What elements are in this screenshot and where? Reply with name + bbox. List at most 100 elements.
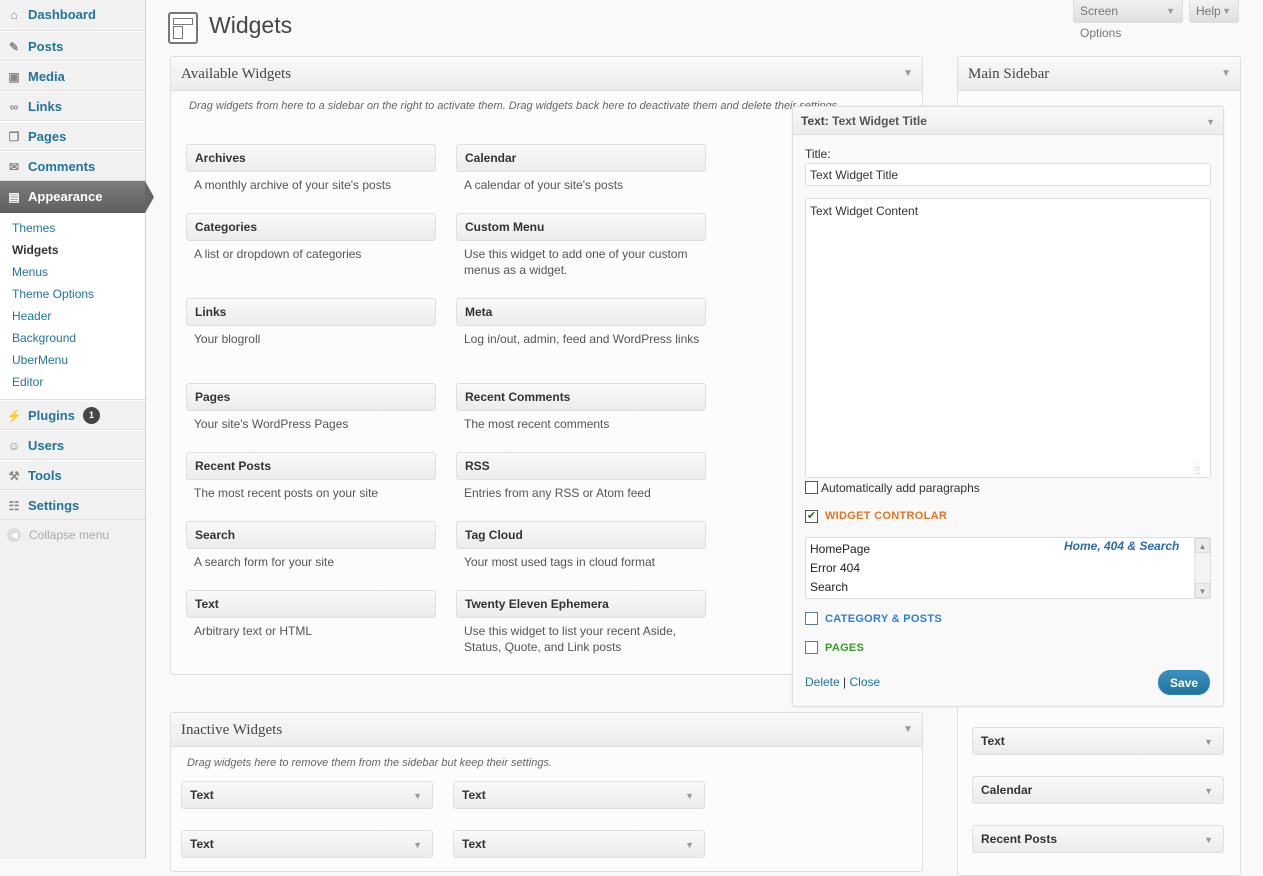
menu-appearance[interactable]: ▤ Appearance	[0, 181, 154, 213]
sidebar-widget-recent-posts[interactable]: Recent Posts ▼	[972, 825, 1224, 853]
widget-title-input[interactable]	[805, 163, 1211, 186]
inactive-widget[interactable]: Text ▼	[453, 830, 705, 858]
widget-control-links: Delete | Close	[805, 675, 880, 689]
menu-dashboard[interactable]: ⌂ Dashboard	[0, 0, 145, 31]
available-widget-description: Use this widget to list your recent Asid…	[464, 624, 677, 654]
media-icon: ▣	[8, 70, 20, 84]
sidebar-widget-calendar[interactable]: Calendar ▼	[972, 776, 1224, 804]
available-widget-13[interactable]: Twenty Eleven Ephemera	[456, 590, 706, 618]
posts-pin-icon: ✎	[8, 40, 20, 54]
available-widget-description: Use this widget to add one of your custo…	[464, 247, 688, 277]
widget-controlar-label[interactable]: WIDGET CONTROLAR	[825, 510, 947, 522]
available-widget-0[interactable]: Archives	[186, 144, 436, 172]
available-widget-2[interactable]: Categories	[186, 213, 436, 241]
menu-tools[interactable]: ⚒ Tools	[0, 460, 145, 490]
available-widget-5[interactable]: Meta	[456, 298, 706, 326]
menu-posts[interactable]: ✎ Posts	[0, 31, 145, 61]
available-widget-title: Search	[195, 528, 236, 542]
collapse-menu-button[interactable]: ◀ Collapse menu	[0, 520, 145, 550]
sidebar-widget-text[interactable]: Text ▼	[972, 727, 1224, 755]
available-widget-9[interactable]: RSS	[456, 452, 706, 480]
available-widget-7[interactable]: Recent Comments	[456, 383, 706, 411]
submenu-header[interactable]: Header	[0, 305, 145, 327]
submenu-ubermenu[interactable]: UberMenu	[0, 349, 145, 371]
category-posts-label[interactable]: CATEGORY & POSTS	[825, 613, 942, 625]
sidebar-widget-title: Recent Posts	[981, 832, 1058, 846]
menu-plugins-label: Plugins	[28, 408, 75, 423]
chevron-down-icon[interactable]: ▼	[413, 832, 422, 859]
submenu-editor[interactable]: Editor	[0, 371, 145, 393]
scroll-down-icon[interactable]: ▼	[1195, 583, 1210, 598]
chevron-down-icon[interactable]: ▼	[903, 713, 913, 747]
category-posts-checkbox[interactable]	[805, 612, 818, 625]
available-widget-description: Entries from any RSS or Atom feed	[464, 486, 651, 500]
menu-tools-label: Tools	[28, 468, 62, 483]
available-widget-10[interactable]: Search	[186, 521, 436, 549]
listbox-option-error-404[interactable]: Error 404	[806, 559, 1210, 578]
available-widgets-header[interactable]: Available Widgets ▼	[171, 57, 922, 91]
chevron-up-icon[interactable]: ▼	[1206, 108, 1215, 136]
auto-paragraphs-label[interactable]: Automatically add paragraphs	[821, 481, 980, 495]
submenu-widgets[interactable]: Widgets	[0, 239, 145, 261]
submenu-background[interactable]: Background	[0, 327, 145, 349]
submenu-menus[interactable]: Menus	[0, 261, 145, 283]
scroll-up-icon[interactable]: ▲	[1195, 538, 1210, 553]
available-widget-3[interactable]: Custom Menu	[456, 213, 706, 241]
menu-media[interactable]: ▣ Media	[0, 61, 145, 91]
help-button[interactable]: Help ▼	[1189, 0, 1239, 23]
menu-users[interactable]: ☺ Users	[0, 430, 145, 460]
pages-checkbox[interactable]	[805, 641, 818, 654]
menu-pages[interactable]: ❐ Pages	[0, 121, 145, 151]
available-widget-title: Calendar	[465, 151, 517, 165]
screen-options-button[interactable]: Screen Options ▼	[1073, 0, 1183, 40]
resize-grip-icon[interactable]: .:.:::	[1194, 462, 1201, 476]
widget-content-textarea[interactable]: Text Widget Content	[805, 198, 1211, 478]
inactive-widget-title: Text	[190, 788, 214, 802]
save-button[interactable]: Save	[1158, 670, 1210, 695]
menu-links[interactable]: ∞ Links	[0, 91, 145, 121]
submenu-themes[interactable]: Themes	[0, 217, 145, 239]
chevron-down-icon[interactable]: ▼	[685, 783, 694, 810]
chevron-down-icon[interactable]: ▼	[1204, 729, 1213, 756]
inactive-widget-title: Text	[190, 837, 214, 851]
available-widget-12[interactable]: Text	[186, 590, 436, 618]
main-sidebar-title: Main Sidebar	[968, 66, 1050, 82]
available-widget-8[interactable]: Recent Posts	[186, 452, 436, 480]
available-widget-1[interactable]: Calendar	[456, 144, 706, 172]
chevron-down-icon[interactable]: ▼	[1204, 827, 1213, 854]
auto-paragraphs-checkbox[interactable]	[805, 481, 818, 494]
chevron-down-icon[interactable]: ▼	[903, 57, 913, 91]
listbox-scrollbar[interactable]: ▲ ▼	[1194, 538, 1210, 598]
inactive-widget[interactable]: Text ▼	[181, 781, 433, 809]
available-widget-4[interactable]: Links	[186, 298, 436, 326]
listbox-option-search[interactable]: Search	[806, 578, 1210, 597]
inactive-widget[interactable]: Text ▼	[453, 781, 705, 809]
available-widget-title: Recent Comments	[465, 390, 571, 404]
inactive-widget[interactable]: Text ▼	[181, 830, 433, 858]
chevron-down-icon[interactable]: ▼	[1221, 57, 1231, 91]
menu-comments[interactable]: ✉ Comments	[0, 151, 145, 181]
chevron-down-icon: ▼	[1166, 6, 1175, 16]
chevron-down-icon[interactable]: ▼	[685, 832, 694, 859]
open-widget-header[interactable]: Text: Text Widget Title ▼	[793, 107, 1223, 135]
chevron-down-icon[interactable]: ▼	[413, 783, 422, 810]
inactive-widgets-header[interactable]: Inactive Widgets ▼	[171, 713, 922, 747]
available-widget-6[interactable]: Pages	[186, 383, 436, 411]
widget-controlar-checkbox[interactable]: ✔	[805, 510, 818, 523]
available-widget-description: Your blogroll	[194, 332, 261, 346]
delete-link[interactable]: Delete	[805, 675, 840, 689]
collapse-menu-label: Collapse menu	[29, 528, 110, 542]
menu-settings[interactable]: ☷ Settings	[0, 490, 145, 520]
menu-plugins[interactable]: ⚡ Plugins 1	[0, 400, 145, 430]
sidebar-widget-title: Calendar	[981, 783, 1033, 797]
close-link[interactable]: Close	[850, 675, 881, 689]
pages-label[interactable]: PAGES	[825, 642, 864, 654]
inactive-widgets-title: Inactive Widgets	[181, 722, 283, 738]
available-widget-title: Archives	[195, 151, 246, 165]
available-widget-description: A calendar of your site's posts	[464, 178, 624, 192]
available-widget-11[interactable]: Tag Cloud	[456, 521, 706, 549]
main-sidebar-header[interactable]: Main Sidebar ▼	[958, 57, 1240, 91]
chevron-down-icon[interactable]: ▼	[1204, 778, 1213, 805]
available-widget-title: RSS	[465, 459, 490, 473]
submenu-theme-options[interactable]: Theme Options	[0, 283, 145, 305]
